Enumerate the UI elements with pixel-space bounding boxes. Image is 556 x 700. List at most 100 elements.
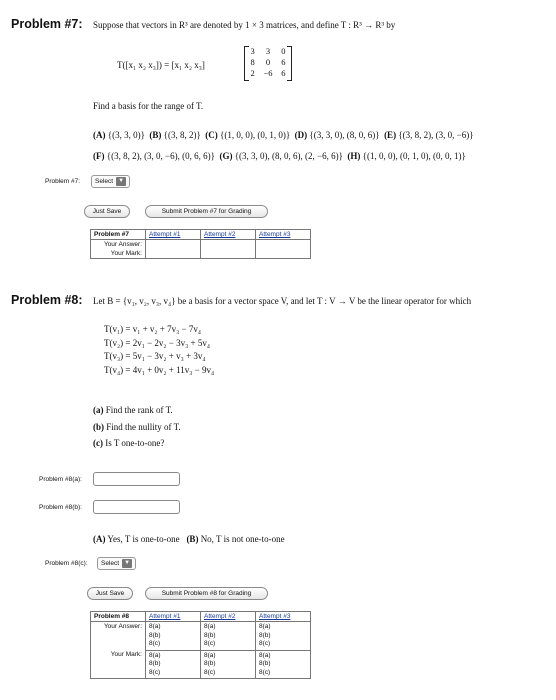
choice-text: {(3, 8, 2), (3, 0, −6), (0, 6, 6)} xyxy=(106,151,215,161)
sub-label: 8(b) xyxy=(204,660,216,667)
matrix-cell: 2 xyxy=(250,68,255,78)
choice-text: Yes, T is one-to-one xyxy=(107,534,180,544)
matrix-cell: 3 xyxy=(265,46,271,56)
problem-7-intro: Suppose that vectors in R³ are denoted b… xyxy=(93,20,396,30)
problem-7-matrix: 3 3 0 8 0 6 2 −6 6 xyxy=(244,46,292,81)
problem-7-select[interactable]: Select ▼ xyxy=(91,175,131,188)
equation: T(v₂) = 2v₁ − 2v₂ − 3v₃ + 5v₄ xyxy=(104,337,210,348)
equation: T(v₁) = v₁ + v₂ + 7v₃ − 7v₄ xyxy=(104,324,201,334)
part-text: Find the rank of T. xyxy=(105,405,173,415)
attempt-3-link[interactable]: Attempt #3 xyxy=(259,613,290,620)
attempt-2-link[interactable]: Attempt #2 xyxy=(204,613,235,620)
attempt-link[interactable]: Attempt #3 xyxy=(255,229,311,240)
sub-label: 8(a) xyxy=(204,651,216,659)
matrix-cell: 6 xyxy=(281,68,286,78)
attempt-link[interactable]: Attempt #2 xyxy=(200,229,256,240)
part-item: (b) Find the nullity of T. xyxy=(93,419,181,436)
dropdown-arrow-icon: ▼ xyxy=(116,177,127,186)
part-text: Is T one-to-one? xyxy=(105,438,165,448)
choice-key: (H) xyxy=(347,151,361,161)
problem-8b-label: Problem #8(b): xyxy=(39,504,82,511)
attempt-3-link[interactable]: Attempt #3 xyxy=(259,231,290,238)
matrix-cell: −6 xyxy=(263,68,273,78)
problem-7-question: Find a basis for the range of T. xyxy=(93,101,204,111)
sub-label: 8(c) xyxy=(259,668,271,676)
matrix-cell: 3 xyxy=(250,46,255,56)
choice-text: {(1, 0, 0), (0, 1, 0), (0, 0, 1)} xyxy=(362,151,466,161)
choice-text: {(3, 8, 2), (3, 0, −6)} xyxy=(398,130,474,140)
problem-7-submit-button[interactable]: Submit Problem #7 for Grading xyxy=(145,205,268,218)
problem-8b-input[interactable] xyxy=(93,500,180,514)
matrix-cell: 0 xyxy=(265,57,271,67)
sub-label: 8(c) xyxy=(259,640,271,647)
attempt-link[interactable]: Attempt #3 xyxy=(255,611,311,622)
problem-7-attempts-table: Problem #7 Attempt #1 Attempt #2 Attempt… xyxy=(90,229,311,259)
problem-8a-input[interactable] xyxy=(93,472,180,486)
problem-8-parts: (a) Find the rank of T. (b) Find the nul… xyxy=(93,402,181,452)
equation: T(v₃) = 5v₁ − 3v₂ + v₃ + 3v₄ xyxy=(104,351,206,361)
select-value: Select xyxy=(101,560,120,567)
problem-8-equations: T(v₁) = v₁ + v₂ + 7v₃ − 7v₄ T(v₂) = 2v₁ … xyxy=(104,323,214,377)
sub-label: 8(c) xyxy=(204,668,216,676)
sub-label: 8(a) xyxy=(204,623,216,630)
answer-cell xyxy=(145,239,201,259)
problem-8-submit-button[interactable]: Submit Problem #8 for Grading xyxy=(145,587,268,600)
mark-cell: 8(a) 8(b) 8(c) xyxy=(255,649,311,679)
choice-key: (E) xyxy=(384,130,397,140)
problem-7-choices-line1: (A) {(3, 3, 0)} (B) {(3, 8, 2)} (C) {(1,… xyxy=(93,130,474,140)
select-value: Select xyxy=(95,178,114,185)
part-item: (c) Is T one-to-one? xyxy=(93,435,181,452)
choice-key: (C) xyxy=(205,130,218,140)
answer-cell: 8(a) 8(b) 8(c) xyxy=(145,621,201,651)
part-key: (b) xyxy=(93,421,104,432)
attempt-link[interactable]: Attempt #2 xyxy=(200,611,256,622)
part-item: (a) Find the rank of T. xyxy=(93,402,181,419)
problem-8a-label: Problem #8(a): xyxy=(39,476,82,483)
sub-label: 8(b) xyxy=(259,631,271,639)
matrix-row: 3 3 0 xyxy=(245,46,291,57)
sub-label: 8(c) xyxy=(149,640,161,647)
table-header: Problem #8 xyxy=(90,611,146,622)
attempt-1-link[interactable]: Attempt #1 xyxy=(149,231,180,238)
attempt-link[interactable]: Attempt #1 xyxy=(145,611,201,622)
problem-8c-select[interactable]: Select ▼ xyxy=(97,557,137,570)
sub-label: 8(b) xyxy=(204,631,216,639)
attempt-link[interactable]: Attempt #1 xyxy=(145,229,201,240)
choice-text: {(3, 3, 0), (8, 0, 6)} xyxy=(309,130,380,140)
problem-7-just-save-button[interactable]: Just Save xyxy=(84,205,130,218)
answer-cell xyxy=(255,239,311,259)
sub-label: 8(b) xyxy=(259,660,271,667)
matrix-cell: 0 xyxy=(281,46,286,56)
answer-cell: 8(a) 8(b) 8(c) xyxy=(200,621,256,651)
problem-8-intro: Let B = {v₁, v₂, v₃, v₄} be a basis for … xyxy=(93,296,472,306)
sub-label: 8(b) xyxy=(149,631,161,639)
your-mark-label: Your Mark: xyxy=(90,249,146,259)
choice-text: No, T is not one-to-one xyxy=(200,534,285,544)
problem-8-choices: (A) Yes, T is one-to-one (B) No, T is no… xyxy=(93,534,285,544)
answer-cell: 8(a) 8(b) 8(c) xyxy=(255,621,311,651)
choice-key: (A) xyxy=(93,534,106,544)
mark-cell: 8(a) 8(b) 8(c) xyxy=(145,649,201,679)
answer-cell xyxy=(200,239,256,259)
sub-label: 8(c) xyxy=(149,668,161,676)
choice-text: {(3, 3, 0)} xyxy=(107,130,145,140)
equation: T(v₄) = 4v₁ + 0v₂ + 11v₃ − 9v₄ xyxy=(104,364,215,375)
sub-label: 8(a) xyxy=(259,651,271,659)
problem-7-title: Problem #7: xyxy=(11,17,83,31)
problem-8-just-save-button[interactable]: Just Save xyxy=(87,587,133,600)
choice-key: (A) xyxy=(93,130,106,140)
matrix-row: 2 −6 6 xyxy=(245,68,291,79)
attempt-2-link[interactable]: Attempt #2 xyxy=(204,231,235,238)
sub-label: 8(a) xyxy=(149,623,161,630)
choice-text: {(3, 8, 2)} xyxy=(163,130,201,140)
problem-8-title: Problem #8: xyxy=(11,293,83,307)
matrix-cell: 6 xyxy=(281,57,286,67)
problem-8c-label: Problem #8(c): xyxy=(45,560,88,567)
problem-8-attempts-table: Problem #8 Attempt #1 Attempt #2 Attempt… xyxy=(90,611,311,679)
dropdown-arrow-icon: ▼ xyxy=(122,559,133,568)
attempt-1-link[interactable]: Attempt #1 xyxy=(149,613,180,620)
problem-7-lhs: T([x₁ x₂ x₃]) = [x₁ x₂ x₃] xyxy=(117,60,205,70)
part-key: (a) xyxy=(93,405,104,415)
choice-key: (B) xyxy=(149,130,162,140)
choice-text: {(1, 0, 0), (0, 1, 0)} xyxy=(220,130,291,140)
